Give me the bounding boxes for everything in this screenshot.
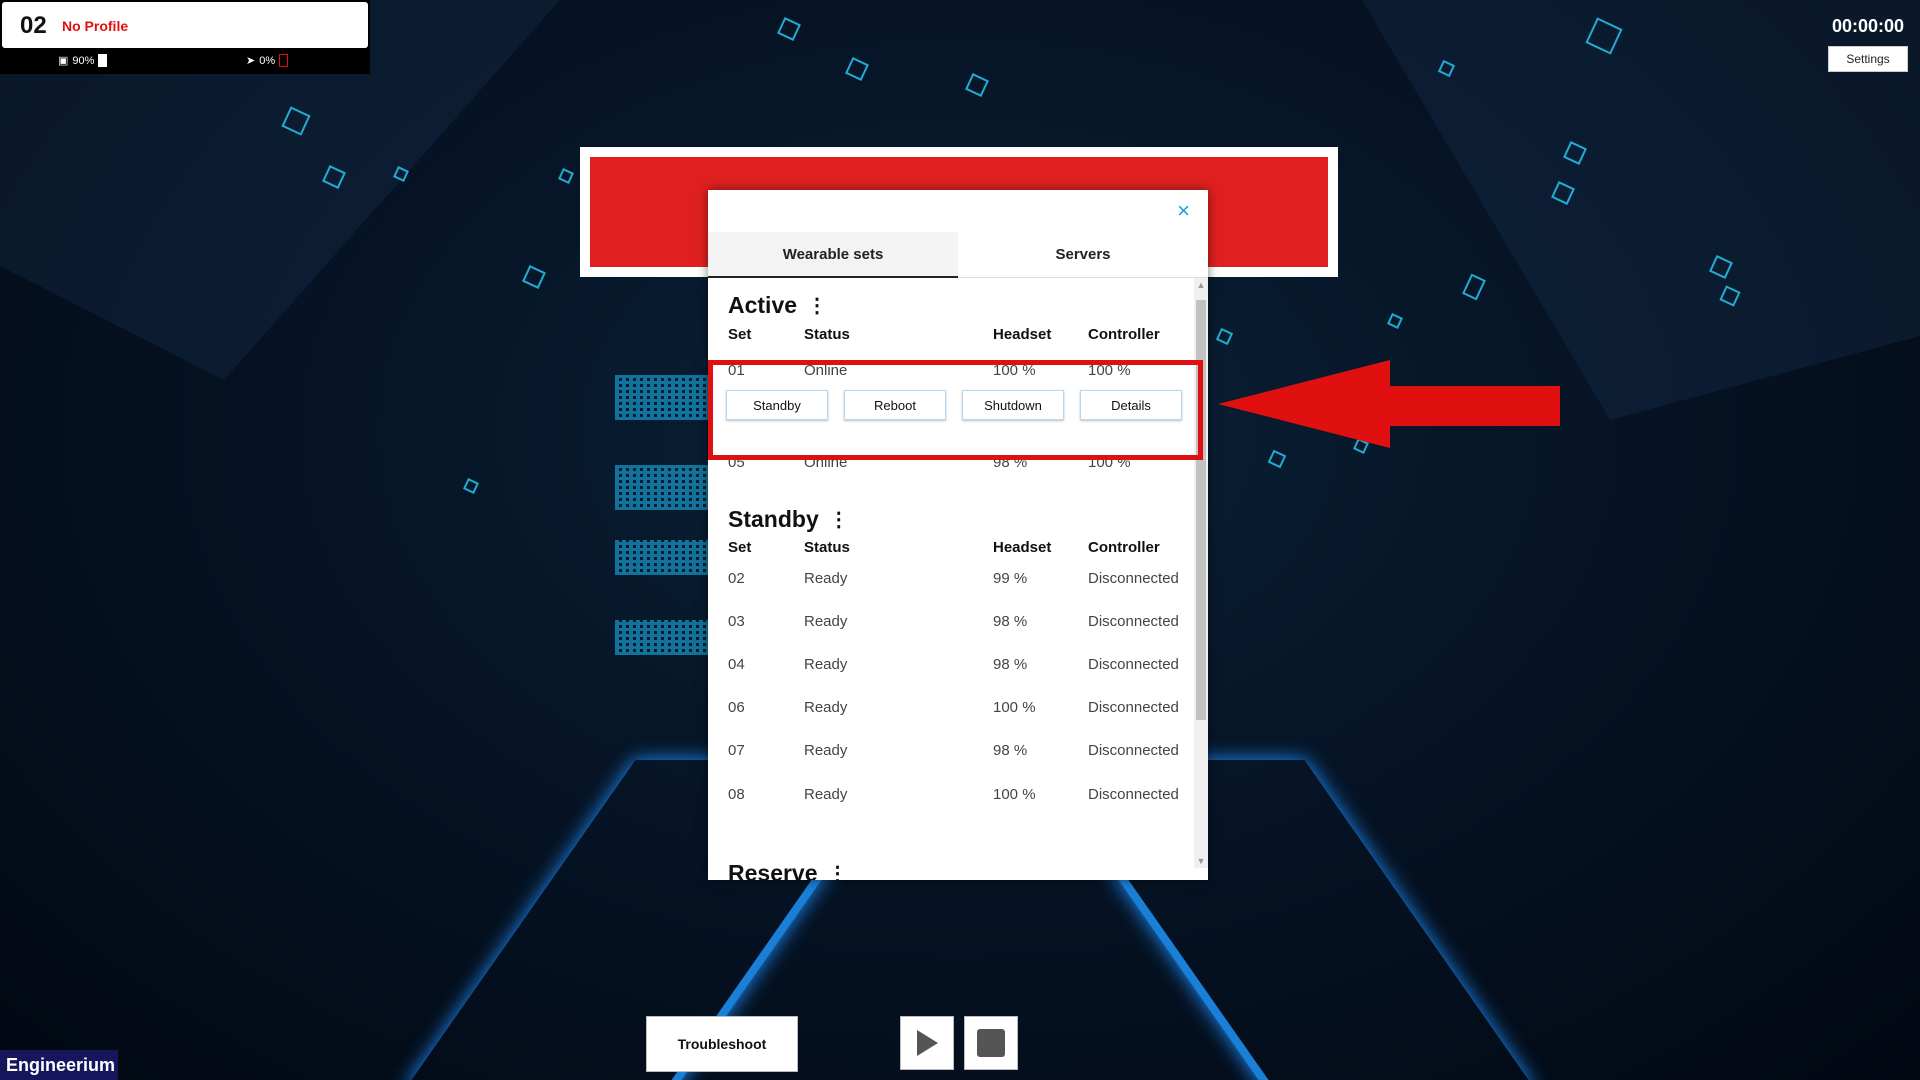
data-column xyxy=(615,375,710,420)
controller-icon: ➤ xyxy=(246,55,256,67)
profile-card[interactable]: 02 No Profile xyxy=(2,2,368,48)
controller-status: Disconnected xyxy=(1088,742,1179,759)
reserve-title: Reserve ⋮ xyxy=(728,860,848,880)
headset-stat: ▣ 90% xyxy=(58,54,108,67)
cube-icon xyxy=(522,265,546,289)
cube-icon xyxy=(1215,327,1234,346)
highlight-box xyxy=(708,360,1203,460)
active-title: Active ⋮ xyxy=(728,292,827,319)
column-header-headset: Headset xyxy=(993,539,1052,556)
set-status: Ready xyxy=(804,570,848,587)
headset-battery-value: 90% xyxy=(72,54,95,67)
data-column xyxy=(615,620,710,655)
controller-status: Disconnected xyxy=(1088,656,1179,673)
reserve-title-text: Reserve xyxy=(728,860,818,880)
scroll-up-icon[interactable]: ▲ xyxy=(1194,278,1208,292)
set-id: 02 xyxy=(728,570,745,587)
set-id: 06 xyxy=(728,699,745,716)
tab-wearable-sets[interactable]: Wearable sets xyxy=(708,232,958,278)
play-icon xyxy=(917,1030,938,1056)
column-header-set: Set xyxy=(728,539,752,556)
table-row[interactable]: 03 Ready 98 % Disconnected xyxy=(708,613,1190,637)
cube-icon xyxy=(1267,449,1287,469)
settings-button[interactable]: Settings xyxy=(1828,46,1908,72)
standby-section: Standby ⋮ Set Status Headset Controller … xyxy=(708,506,1190,836)
cube-icon xyxy=(1387,313,1403,329)
column-header-status: Status xyxy=(804,326,850,343)
headset-battery: 99 % xyxy=(993,570,1028,587)
set-id: 08 xyxy=(728,786,745,803)
tab-servers[interactable]: Servers xyxy=(958,232,1208,278)
active-title-text: Active xyxy=(728,292,798,318)
device-stats: ▣ 90% ➤ 0% xyxy=(0,52,370,70)
set-status: Ready xyxy=(804,656,848,673)
cube-icon xyxy=(845,57,869,81)
headset-battery: 98 % xyxy=(993,613,1028,630)
dialog-tabs: Wearable sets Servers xyxy=(708,232,1208,278)
controller-stat: ➤ 0% xyxy=(246,54,289,67)
headset-battery: 98 % xyxy=(993,656,1028,673)
cube-icon xyxy=(463,478,479,494)
close-icon[interactable]: × xyxy=(1177,198,1190,224)
column-header-controller: Controller xyxy=(1088,539,1160,556)
reserve-section: Reserve ⋮ xyxy=(708,860,1190,880)
vr-headset-icon: ▣ xyxy=(58,55,69,67)
more-options-icon[interactable]: ⋮ xyxy=(828,864,848,881)
headset-battery: 100 % xyxy=(993,699,1036,716)
cube-icon xyxy=(1462,273,1486,301)
profile-number: 02 xyxy=(20,12,47,39)
troubleshoot-button[interactable]: Troubleshoot xyxy=(646,1016,798,1072)
battery-empty-icon xyxy=(279,54,289,67)
set-id: 03 xyxy=(728,613,745,630)
headset-battery: 98 % xyxy=(993,742,1028,759)
table-row[interactable]: 04 Ready 98 % Disconnected xyxy=(708,656,1190,680)
set-status: Ready xyxy=(804,742,848,759)
controller-status: Disconnected xyxy=(1088,613,1179,630)
controller-status: Disconnected xyxy=(1088,786,1179,803)
column-header-headset: Headset xyxy=(993,326,1052,343)
stop-button[interactable] xyxy=(964,1016,1018,1070)
play-button[interactable] xyxy=(900,1016,954,1070)
cube-icon xyxy=(777,17,801,41)
more-options-icon[interactable]: ⋮ xyxy=(829,510,849,530)
set-status: Ready xyxy=(804,786,848,803)
wearable-sets-dialog: × Wearable sets Servers Active ⋮ Set Sta… xyxy=(708,190,1208,880)
profile-panel[interactable]: 02 No Profile ▣ 90% ➤ 0% xyxy=(0,0,370,74)
stop-icon xyxy=(977,1029,1005,1057)
set-status: Ready xyxy=(804,699,848,716)
more-options-icon[interactable]: ⋮ xyxy=(807,296,827,316)
profile-name: No Profile xyxy=(62,18,129,34)
column-header-status: Status xyxy=(804,539,850,556)
controller-status: Disconnected xyxy=(1088,699,1179,716)
cube-icon xyxy=(558,168,574,184)
table-row[interactable]: 07 Ready 98 % Disconnected xyxy=(708,742,1190,766)
table-row[interactable]: 06 Ready 100 % Disconnected xyxy=(708,699,1190,723)
column-header-set: Set xyxy=(728,326,752,343)
column-header-controller: Controller xyxy=(1088,326,1160,343)
pointer-arrow-icon xyxy=(1218,360,1560,448)
standby-title-text: Standby xyxy=(728,506,819,532)
data-column xyxy=(615,540,710,575)
battery-full-icon xyxy=(98,54,108,67)
headset-battery: 100 % xyxy=(993,786,1036,803)
scroll-down-icon[interactable]: ▼ xyxy=(1194,854,1208,868)
data-column xyxy=(615,465,710,510)
session-timer: 00:00:00 xyxy=(1831,16,1904,36)
controller-battery-value: 0% xyxy=(259,54,276,67)
brand-label: Engineerium xyxy=(0,1050,118,1080)
table-row[interactable]: 08 Ready 100 % Disconnected xyxy=(708,786,1190,810)
table-row[interactable]: 02 Ready 99 % Disconnected xyxy=(708,570,1190,594)
set-id: 04 xyxy=(728,656,745,673)
set-id: 07 xyxy=(728,742,745,759)
standby-title: Standby ⋮ xyxy=(728,506,849,533)
controller-status: Disconnected xyxy=(1088,570,1179,587)
set-status: Ready xyxy=(804,613,848,630)
cube-icon xyxy=(965,73,989,97)
